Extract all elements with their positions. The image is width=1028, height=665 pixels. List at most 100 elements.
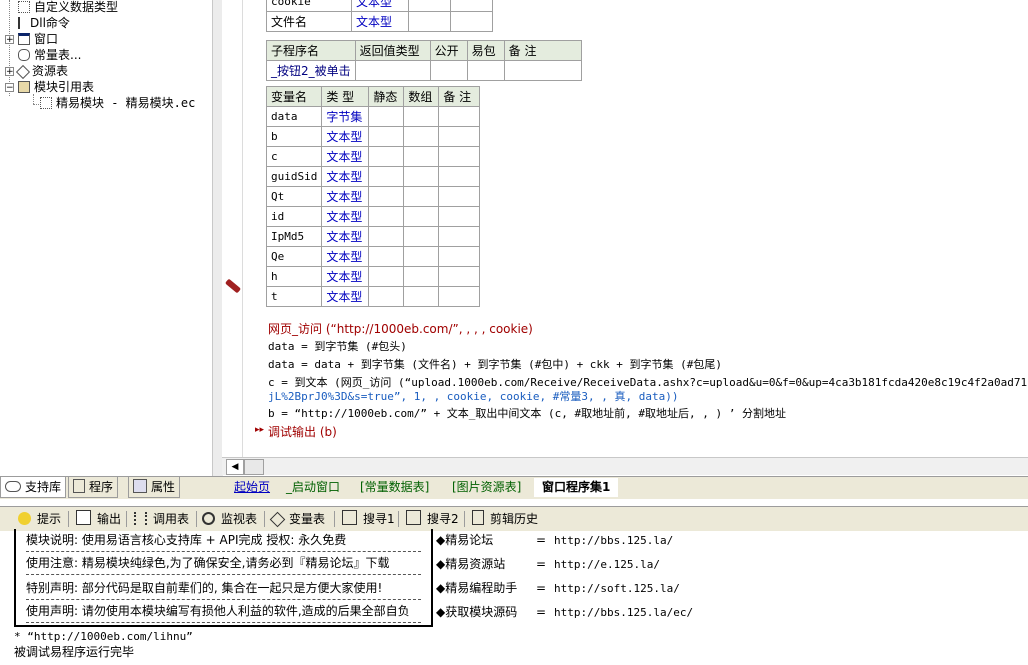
tab-startup-window[interactable]: _启动窗口 [278,478,348,497]
expand-window-toggle[interactable]: + [5,35,14,45]
subprogram-cell[interactable] [354,60,431,81]
tree-item-windows[interactable]: 窗口 [18,31,58,47]
variable-name-cell[interactable]: Qt [265,186,323,207]
tree-item-module-refs[interactable]: 模块引用表 [18,79,94,95]
link-row-source[interactable]: ◆获取模块源码 = http://bbs.125.la/ec/ [436,601,693,623]
tab-image-resources[interactable]: [图片资源表] [444,478,529,497]
code-line[interactable]: data = 到字节集 (#包头) [268,338,407,354]
collapse-module-ref-toggle[interactable]: − [5,83,14,93]
tree-item-constants[interactable]: 常量表... [18,47,81,63]
variable-array-cell[interactable] [403,206,440,227]
scroll-thumb[interactable] [244,459,264,475]
variable-type-cell[interactable]: 文本型 [321,126,370,147]
param-name-cell[interactable]: 文件名 [266,11,352,32]
param-type-cell[interactable]: 文本型 [351,11,409,32]
tab-properties[interactable]: 属性 [128,477,181,498]
link-url[interactable]: http://bbs.125.la/ [554,534,673,547]
variable-note-cell[interactable] [438,246,481,267]
variable-array-cell[interactable] [403,186,440,207]
code-line-continuation[interactable]: jL%2BprJ0%3D&s=true”, 1, , cookie, cooki… [268,388,679,404]
link-url[interactable]: http://bbs.125.la/ec/ [554,606,693,619]
variable-note-cell[interactable] [438,106,481,127]
variable-static-cell[interactable] [368,126,405,147]
variable-static-cell[interactable] [368,166,405,187]
variable-static-cell[interactable] [368,226,405,247]
code-line[interactable]: b = “http://1000eb.com/” + 文本_取出中间文本 (c,… [268,405,786,421]
code-line[interactable]: data = data + 到字节集 (文件名) + 到字节集 (#包中) + … [268,356,722,372]
variable-type-cell[interactable]: 文本型 [321,226,370,247]
link-row-forum[interactable]: ◆精易论坛 = http://bbs.125.la/ [436,529,673,551]
variable-name-cell[interactable]: t [265,286,323,307]
variable-name-cell[interactable]: h [265,266,323,287]
param-cell[interactable] [450,0,493,12]
tab-watch[interactable]: 监视表 [202,509,257,529]
variable-name-cell[interactable]: id [265,206,323,227]
variable-name-cell[interactable]: Qe [265,246,323,267]
editor-horizontal-scrollbar[interactable]: ◀ [222,457,1028,475]
tab-variable-table[interactable]: 变量表 [269,509,325,529]
variable-array-cell[interactable] [403,126,440,147]
variable-note-cell[interactable] [438,126,481,147]
subprogram-cell[interactable] [429,60,468,81]
variable-static-cell[interactable] [368,146,405,167]
variable-array-cell[interactable] [403,146,440,167]
tree-item-dll-commands[interactable]: Dll命令 [18,15,70,31]
variable-name-cell[interactable]: guidSid [265,166,323,187]
variable-type-cell[interactable]: 字节集 [321,106,370,127]
tree-item-resources[interactable]: 资源表 [15,63,68,80]
variable-type-cell[interactable]: 文本型 [321,206,370,227]
variable-type-cell[interactable]: 文本型 [321,266,370,287]
variable-type-cell[interactable]: 文本型 [321,146,370,167]
variable-type-cell[interactable]: 文本型 [321,246,370,267]
variable-note-cell[interactable] [438,146,481,167]
subprogram-name-cell[interactable]: _按钮2_被单击 [266,60,356,81]
tab-window-assembly[interactable]: 窗口程序集1 [534,478,619,497]
param-name-cell[interactable]: cookie [266,0,352,12]
variable-array-cell[interactable] [403,166,440,187]
tab-call-table[interactable]: 调用表 [134,509,189,529]
variable-static-cell[interactable] [368,246,405,267]
variable-array-cell[interactable] [403,286,440,307]
variable-static-cell[interactable] [368,106,405,127]
expand-resource-toggle[interactable]: + [5,67,14,77]
tab-start-page[interactable]: 起始页 [226,478,278,497]
variable-static-cell[interactable] [368,206,405,227]
variable-name-cell[interactable]: b [265,126,323,147]
link-row-resource-site[interactable]: ◆精易资源站 = http://e.125.la/ [436,553,660,575]
tab-hint[interactable]: 提示 [18,509,61,529]
tab-search1[interactable]: 搜寻1 [342,509,395,529]
tab-clip-history[interactable]: 剪辑历史 [472,509,538,529]
link-url[interactable]: http://e.125.la/ [554,558,660,571]
variable-type-cell[interactable]: 文本型 [321,166,370,187]
variable-static-cell[interactable] [368,266,405,287]
scroll-left-arrow-icon[interactable]: ◀ [226,459,244,475]
code-line[interactable]: 调试输出 (b) [268,423,337,440]
tree-item-custom-types[interactable]: 自定义数据类型 [18,0,118,15]
variable-array-cell[interactable] [403,226,440,247]
variable-array-cell[interactable] [403,266,440,287]
link-url[interactable]: http://soft.125.la/ [554,582,680,595]
tab-program[interactable]: 程序 [68,477,119,498]
param-cell[interactable] [450,11,493,32]
param-cell[interactable] [408,0,451,12]
variable-static-cell[interactable] [368,286,405,307]
variable-note-cell[interactable] [438,206,481,227]
tree-item-module-file[interactable]: 精易模块 - 精易模块.ec [40,95,195,111]
variable-note-cell[interactable] [438,186,481,207]
code-line[interactable]: 网页_访问 (“http://1000eb.com/”, , , , cooki… [268,320,533,337]
link-row-assistant[interactable]: ◆精易编程助手 = http://soft.125.la/ [436,577,680,599]
tab-constant-table[interactable]: [常量数据表] [352,478,437,497]
tab-support-library[interactable]: 支持库 [0,477,67,498]
variable-note-cell[interactable] [438,166,481,187]
tab-output[interactable]: 输出 [76,509,121,529]
variable-array-cell[interactable] [403,246,440,267]
tab-search2[interactable]: 搜寻2 [406,509,459,529]
param-type-cell[interactable]: 文本型 [351,0,409,12]
variable-type-cell[interactable]: 文本型 [321,186,370,207]
variable-array-cell[interactable] [403,106,440,127]
variable-note-cell[interactable] [438,226,481,247]
variable-name-cell[interactable]: IpMd5 [265,226,323,247]
subprogram-cell[interactable] [466,60,505,81]
variable-note-cell[interactable] [438,266,481,287]
variable-name-cell[interactable]: c [265,146,323,167]
